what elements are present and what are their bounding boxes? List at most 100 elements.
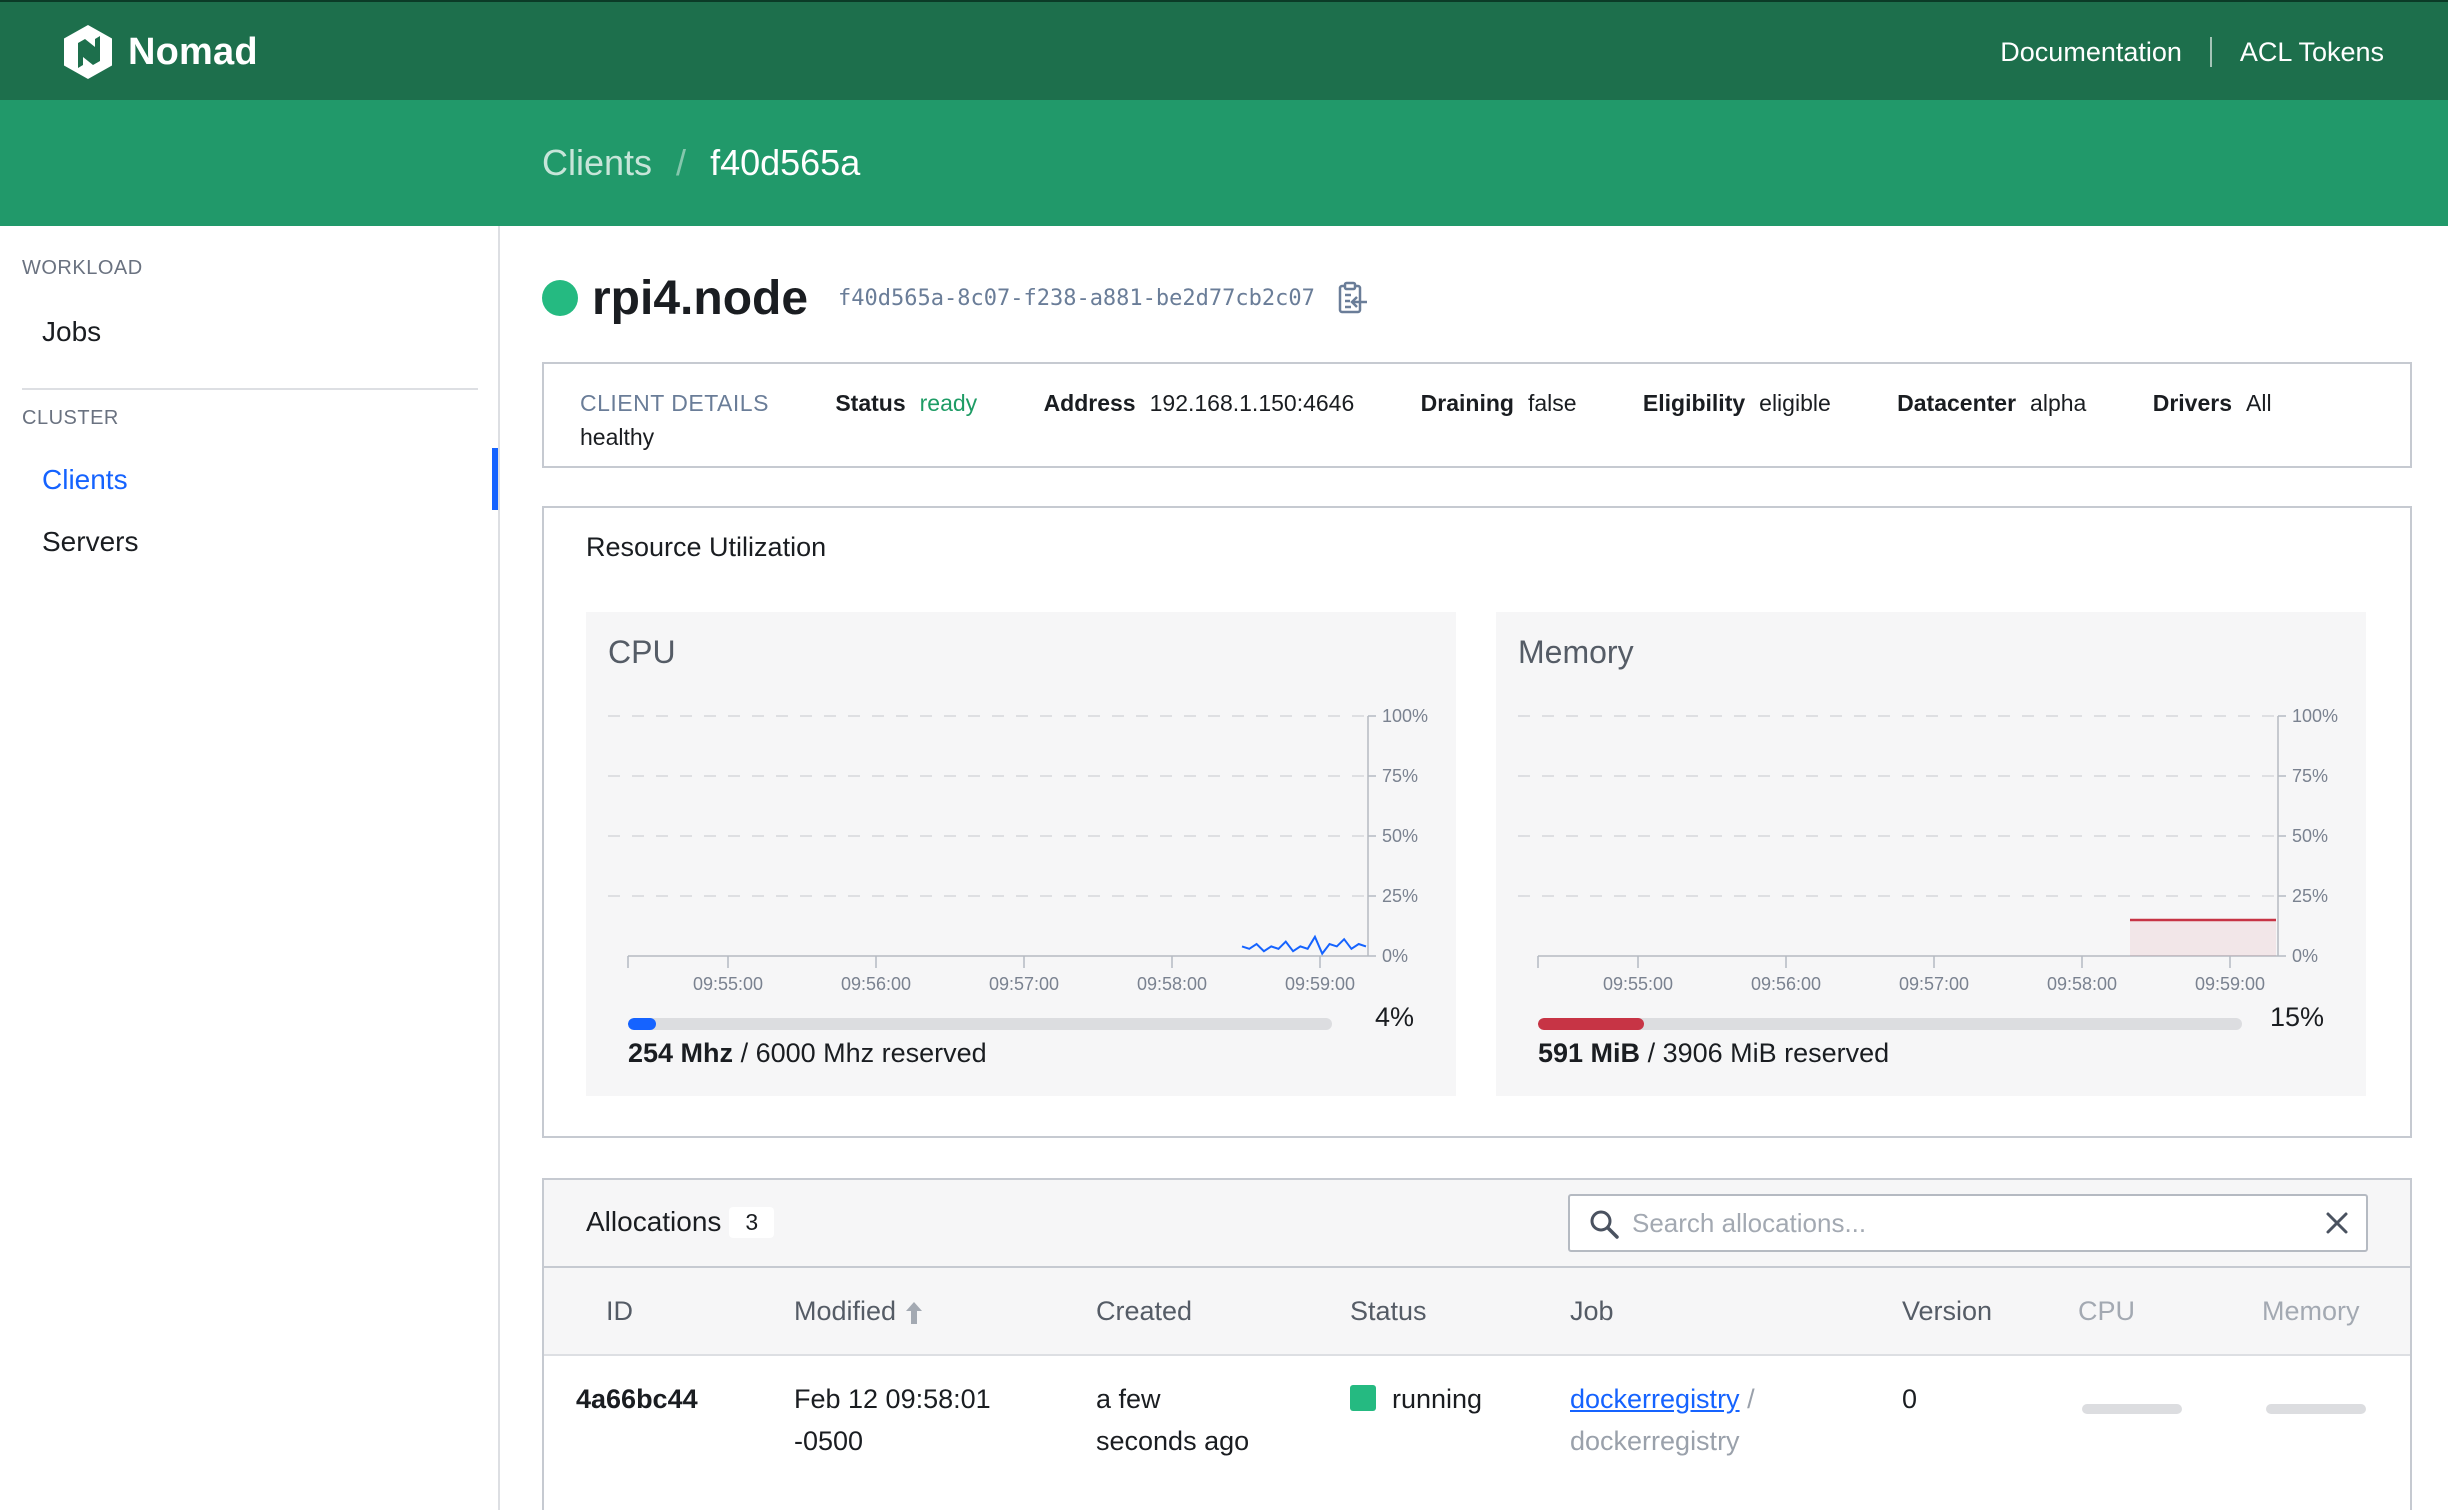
allocation-modified: Feb 12 09:58:01 -0500 — [794, 1378, 991, 1462]
nomad-logo[interactable]: Nomad — [64, 24, 258, 80]
allocation-version: 0 — [1902, 1384, 1918, 1414]
main-content: rpi4.node f40d565a-8c07-f238-a881-be2d77… — [500, 226, 2448, 1510]
allocations-count-badge: 3 — [729, 1206, 775, 1238]
detail-drivers-value: All — [2246, 390, 2272, 416]
x-tick-label: 09:59:00 — [1285, 974, 1355, 994]
column-header-modified[interactable]: Modified — [794, 1296, 923, 1327]
column-header-id[interactable]: ID — [606, 1296, 633, 1327]
allocation-created: a few seconds ago — [1096, 1378, 1249, 1462]
x-tick-label: 09:55:00 — [1603, 974, 1673, 994]
memory-usage-bar — [1538, 1018, 2242, 1030]
detail-address-key: Address — [1043, 390, 1136, 416]
detail-status: Status ready — [835, 390, 983, 416]
cpu-usage-bar — [628, 1018, 1332, 1030]
resource-utilization: Resource Utilization CPU 0% 25% 50% 75% 100%… — [542, 506, 2412, 1138]
x-tick-label: 09:57:00 — [989, 974, 1059, 994]
allocation-status-text: running — [1392, 1384, 1483, 1414]
allocations-table-header: ID Modified Created Status Job Version C… — [544, 1268, 2410, 1356]
column-header-job[interactable]: Job — [1570, 1296, 1614, 1327]
allocation-id[interactable]: 4a66bc44 — [576, 1378, 698, 1420]
acl-tokens-link[interactable]: ACL Tokens — [2240, 37, 2384, 68]
detail-datacenter-key: Datacenter — [1897, 390, 2017, 416]
allocation-memory-bar — [2266, 1404, 2366, 1414]
breadcrumb-clients[interactable]: Clients — [542, 142, 652, 184]
allocations-search — [1568, 1194, 2368, 1252]
sidebar-divider — [22, 388, 478, 390]
allocations-panel: Allocations 3 ID Modified Created Status — [542, 1178, 2412, 1510]
column-header-cpu[interactable]: CPU — [2078, 1296, 2135, 1327]
column-header-created[interactable]: Created — [1096, 1296, 1192, 1327]
node-id: f40d565a-8c07-f238-a881-be2d77cb2c07 — [838, 285, 1315, 311]
node-status-dot — [542, 280, 578, 316]
y-tick-label: 25% — [2292, 886, 2328, 906]
sort-ascending-icon — [906, 1301, 923, 1324]
client-details: CLIENT DETAILS Status ready Address 192.16… — [542, 362, 2412, 468]
detail-eligibility: Eligibility eligible — [1643, 390, 1837, 416]
detail-datacenter-value: alpha — [2030, 390, 2087, 416]
y-tick-label: 75% — [2292, 766, 2328, 786]
y-tick-label: 25% — [1382, 886, 1418, 906]
clear-search-icon[interactable] — [2322, 1208, 2352, 1238]
sidebar-heading-cluster: CLUSTER — [22, 407, 119, 429]
allocations-title-text: Allocations — [586, 1206, 722, 1237]
allocation-modified-line2: -0500 — [794, 1426, 864, 1456]
sidebar-active-indicator — [492, 448, 498, 510]
detail-draining: Draining false — [1421, 390, 1583, 416]
memory-card: Memory 0% 25% 50% 75% 100% 09:55:00 09:56:00 09… — [1496, 612, 2366, 1096]
resource-utilization-title: Resource Utilization — [586, 532, 827, 562]
detail-drivers-key: Drivers — [2152, 390, 2232, 416]
x-tick-label: 09:58:00 — [2047, 974, 2117, 994]
y-tick-label: 100% — [2292, 706, 2338, 726]
x-tick-label: 09:56:00 — [841, 974, 911, 994]
allocation-job: dockerregistry / dockerregistry — [1570, 1378, 1755, 1462]
memory-usage-label: 591 MiB / 3906 MiB reserved — [1538, 1038, 1889, 1069]
sidebar-item-servers[interactable]: Servers — [42, 526, 138, 558]
x-tick-label: 09:58:00 — [1137, 974, 1207, 994]
cpu-reserved-text: / 6000 Mhz reserved — [740, 1038, 987, 1068]
memory-usage-percent: 15% — [2269, 1002, 2324, 1032]
memory-usage-bar-fill — [1538, 1018, 1644, 1030]
sidebar-item-clients[interactable]: Clients — [42, 464, 128, 496]
table-row[interactable]: 4a66bc44 Feb 12 09:58:01 -0500 a few sec… — [544, 1358, 2410, 1510]
y-tick-label: 0% — [1382, 946, 1408, 966]
column-header-memory[interactable]: Memory — [2262, 1296, 2360, 1327]
y-tick-label: 50% — [1382, 826, 1418, 846]
detail-eligibility-key: Eligibility — [1642, 390, 1746, 416]
cpu-card: CPU 0% 25% 50% 75% 100% 09:55:00 09:56:00 09:57… — [586, 612, 1456, 1096]
allocation-job-link[interactable]: dockerregistry — [1570, 1384, 1740, 1414]
allocation-task-group: dockerregistry — [1570, 1426, 1740, 1456]
column-header-version[interactable]: Version — [1902, 1296, 1992, 1327]
client-details-label: CLIENT DETAILS — [580, 390, 769, 416]
detail-eligibility-value: eligible — [1759, 390, 1831, 416]
x-tick-label: 09:56:00 — [1751, 974, 1821, 994]
documentation-link[interactable]: Documentation — [2000, 37, 2182, 68]
memory-chart: 0% 25% 50% 75% 100% 09:55:00 09:56:00 09:57:00 0… — [1518, 706, 2338, 994]
allocation-created-line1: a few — [1096, 1384, 1161, 1414]
sidebar: WORKLOAD Jobs CLUSTER Clients Servers — [0, 226, 500, 1510]
copy-to-clipboard-icon[interactable] — [1337, 281, 1369, 315]
cpu-used-value: 254 Mhz — [628, 1038, 734, 1068]
column-header-status[interactable]: Status — [1350, 1296, 1427, 1327]
top-navigation: Nomad Documentation ACL Tokens — [0, 0, 2448, 100]
search-icon — [1590, 1210, 1619, 1239]
detail-status-value: ready — [919, 390, 978, 416]
allocations-title: Allocations 3 — [586, 1206, 775, 1238]
search-allocations-input[interactable] — [1632, 1196, 2312, 1250]
sidebar-item-jobs[interactable]: Jobs — [42, 316, 101, 348]
detail-drivers-health: healthy — [580, 424, 655, 450]
topnav-divider — [2209, 37, 2212, 67]
detail-address: Address 192.168.1.150:4646 — [1044, 390, 1361, 416]
memory-used-value: 591 MiB — [1538, 1038, 1641, 1068]
detail-datacenter: Datacenter alpha — [1897, 390, 2093, 416]
allocations-header: Allocations 3 — [544, 1180, 2410, 1268]
x-tick-label: 09:57:00 — [1899, 974, 1969, 994]
running-status-icon — [1350, 1384, 1376, 1411]
topnav-links: Documentation ACL Tokens — [2000, 2, 2384, 102]
allocation-cpu-bar — [2082, 1404, 2182, 1414]
app-name: Nomad — [128, 30, 258, 73]
detail-draining-value: false — [1527, 390, 1577, 416]
breadcrumb: Clients / f40d565a — [542, 100, 860, 226]
cpu-usage-percent: 4% — [1374, 1002, 1414, 1032]
y-tick-label: 75% — [1382, 766, 1418, 786]
detail-draining-key: Draining — [1420, 390, 1514, 416]
